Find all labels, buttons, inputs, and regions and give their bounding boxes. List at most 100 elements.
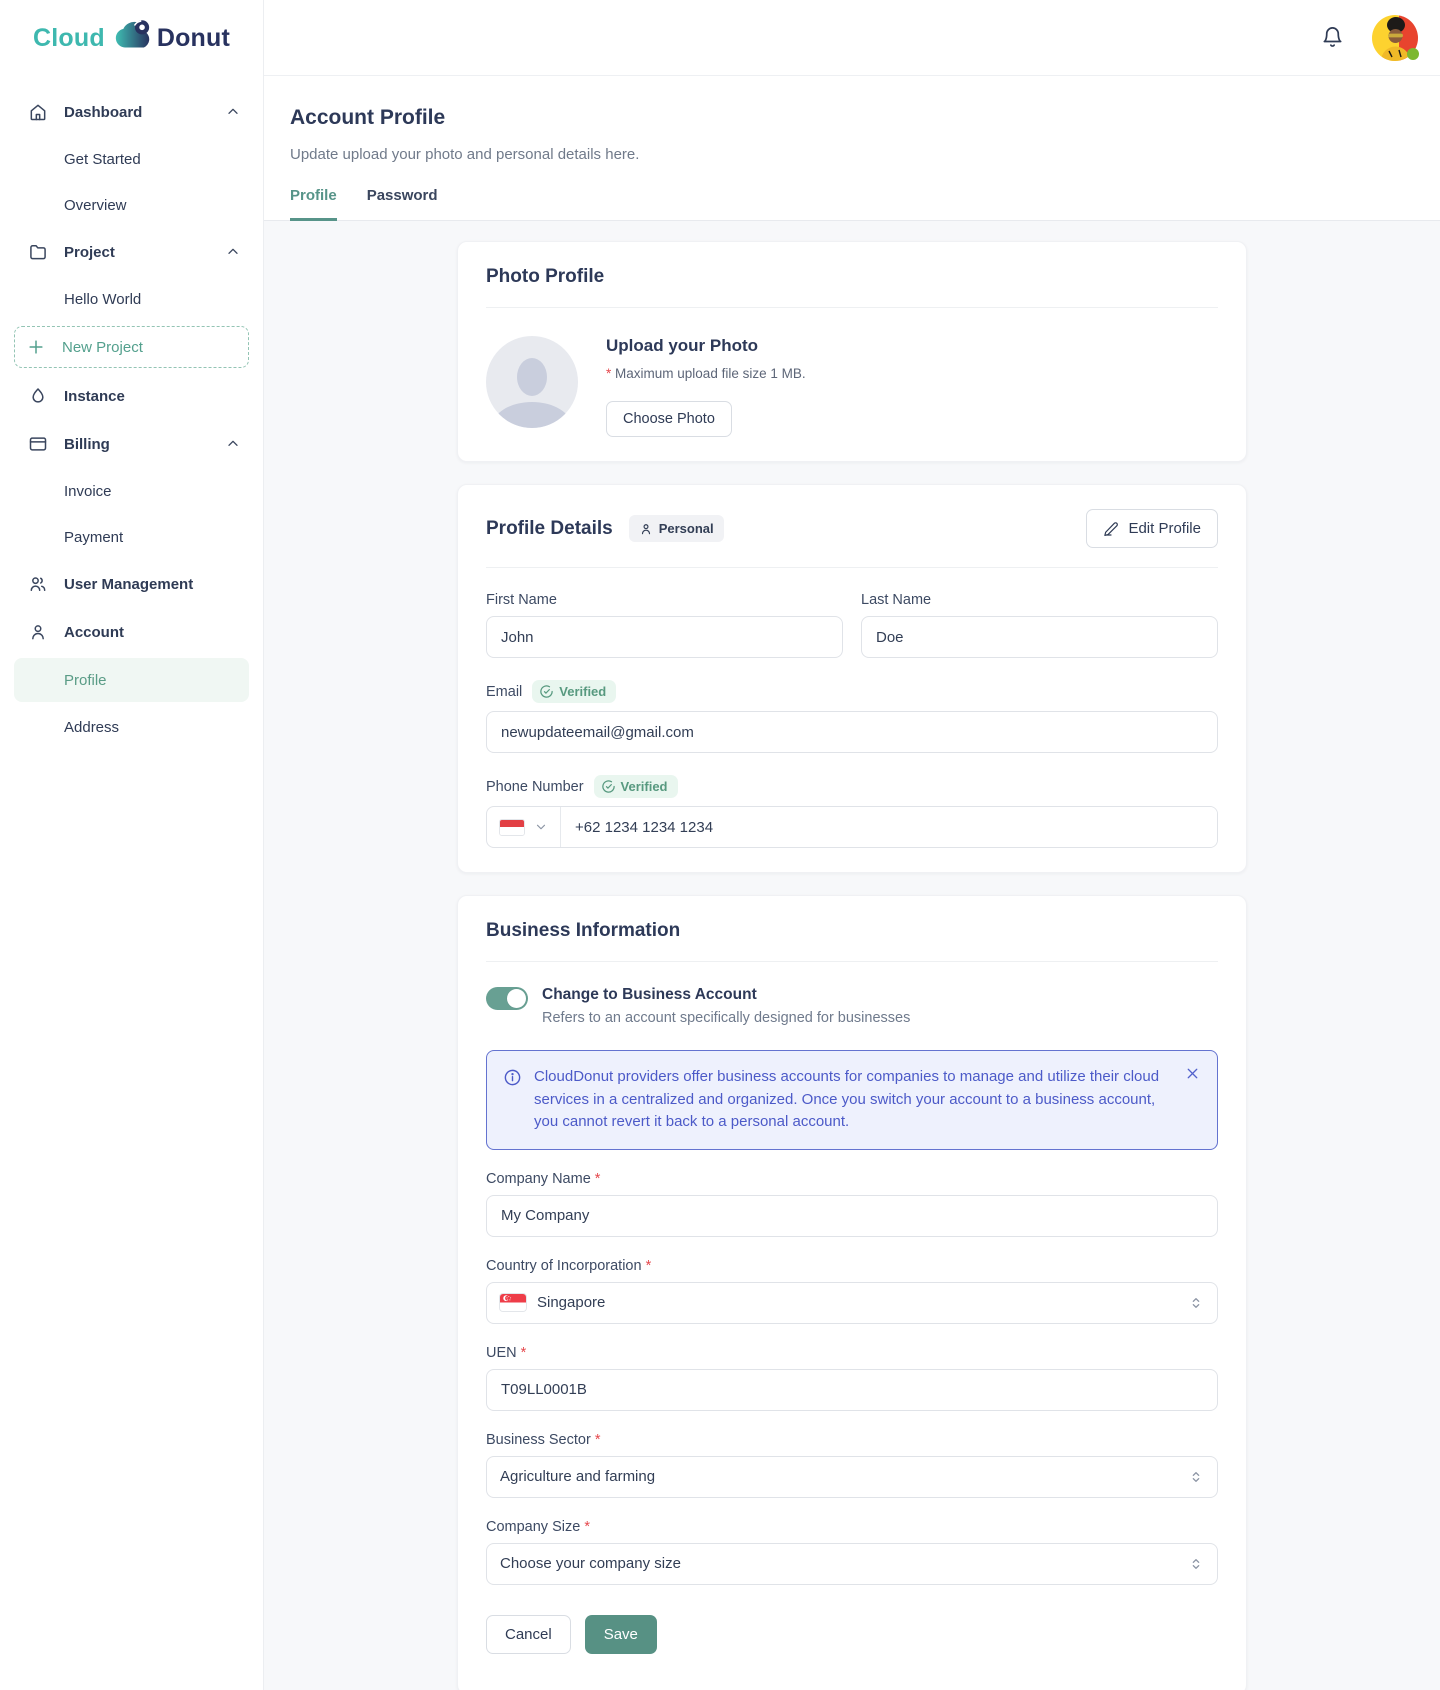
personal-badge: Personal — [628, 515, 724, 542]
toggle-description: Refers to an account specifically design… — [542, 1010, 911, 1026]
country-select[interactable]: Singapore — [486, 1281, 1218, 1324]
app-root: Cloud Donut Dashboard Get Started Overvi… — [0, 0, 1440, 1690]
sidebar-item-label: User Management — [64, 575, 194, 593]
country-select-value: Singapore — [537, 1294, 606, 1311]
company-size-placeholder: Choose your company size — [500, 1555, 681, 1572]
divider — [486, 961, 1218, 962]
uen-label: UEN * — [486, 1344, 527, 1361]
check-circle-icon — [540, 685, 554, 698]
company-size-select[interactable]: Choose your company size — [486, 1542, 1218, 1585]
toggle-label: Change to Business Account — [542, 986, 757, 1003]
tab-password[interactable]: Password — [367, 187, 438, 221]
sidebar-item-project[interactable]: Project — [0, 228, 263, 276]
chevron-up-down-icon — [1188, 1469, 1204, 1485]
new-project-button[interactable]: New Project — [14, 326, 249, 368]
sidebar-item-hello-world[interactable]: Hello World — [0, 276, 263, 322]
users-icon — [28, 574, 48, 594]
sidebar-item-billing[interactable]: Billing — [0, 420, 263, 468]
sidebar-item-invoice[interactable]: Invoice — [0, 468, 263, 514]
sidebar-item-label: Get Started — [64, 150, 141, 168]
sidebar-item-user-management[interactable]: User Management — [0, 560, 263, 608]
first-name-label: First Name — [486, 592, 557, 608]
photo-card-title: Photo Profile — [486, 266, 605, 287]
divider — [486, 307, 1218, 308]
business-sector-select[interactable]: Agriculture and farming — [486, 1455, 1218, 1498]
sidebar-item-account[interactable]: Account — [0, 608, 263, 656]
brand-logo: Cloud Donut — [0, 0, 263, 76]
photo-placeholder — [486, 336, 578, 428]
upload-photo-title: Upload your Photo — [606, 336, 759, 355]
first-name-field[interactable] — [486, 616, 843, 658]
page-title: Account Profile — [290, 106, 446, 129]
sidebar-item-instance[interactable]: Instance — [0, 372, 263, 420]
chevron-up-icon[interactable] — [225, 244, 241, 260]
last-name-label: Last Name — [861, 592, 932, 608]
notification-bell-icon[interactable] — [1321, 26, 1344, 49]
phone-verified-badge: Verified — [593, 775, 678, 798]
cloud-donut-icon — [115, 20, 150, 48]
page-header: Account Profile Update upload your photo… — [264, 76, 1440, 221]
required-mark: * — [606, 366, 612, 381]
singapore-flag-icon — [500, 1294, 526, 1311]
business-info-alert: CloudDonut providers offer business acco… — [486, 1050, 1218, 1150]
company-name-field[interactable] — [486, 1194, 1218, 1237]
upload-photo-note: * Maximum upload file size 1 MB. — [606, 366, 806, 381]
sidebar-item-profile-active[interactable]: Profile — [14, 658, 249, 702]
divider — [486, 567, 1218, 568]
sidebar-item-payment[interactable]: Payment — [0, 514, 263, 560]
edit-profile-button[interactable]: Edit Profile — [1086, 509, 1218, 548]
sidebar-item-address[interactable]: Address — [0, 704, 263, 750]
phone-country-select[interactable] — [487, 807, 561, 847]
sidebar-item-get-started[interactable]: Get Started — [0, 136, 263, 182]
sidebar-item-label: Overview — [64, 196, 127, 214]
country-of-incorporation-label: Country of Incorporation * — [486, 1257, 652, 1274]
placeholder-person-icon — [517, 358, 547, 396]
company-name-label: Company Name * — [486, 1170, 601, 1187]
sidebar-item-dashboard[interactable]: Dashboard — [0, 88, 263, 136]
business-sector-value: Agriculture and farming — [500, 1468, 656, 1485]
business-information-card: Business Information Change to Business … — [457, 895, 1247, 1690]
chevron-down-icon — [534, 820, 548, 834]
content-area: Photo Profile Upload your Photo * Maximu… — [264, 221, 1440, 1690]
plus-icon — [26, 337, 46, 357]
sidebar-item-label: Instance — [64, 387, 125, 405]
brand-name-cloud: Cloud — [32, 23, 105, 52]
choose-photo-button[interactable]: Choose Photo — [606, 401, 732, 437]
email-label: Email — [486, 683, 523, 700]
chevron-up-down-icon — [1188, 1295, 1204, 1311]
brand-name-donut: Donut — [156, 23, 231, 52]
chevron-up-icon[interactable] — [225, 436, 241, 452]
uen-field[interactable] — [486, 1368, 1218, 1411]
phone-number-field[interactable] — [561, 807, 1217, 847]
new-project-label: New Project — [62, 338, 143, 356]
info-icon — [503, 1068, 522, 1134]
topbar — [264, 0, 1440, 76]
email-field[interactable] — [486, 711, 1218, 753]
cancel-button[interactable]: Cancel — [486, 1614, 571, 1654]
close-icon[interactable] — [1184, 1065, 1201, 1082]
user-avatar[interactable] — [1372, 14, 1419, 61]
chevron-up-icon[interactable] — [225, 104, 241, 120]
tabs: Profile Password — [290, 187, 1414, 221]
sidebar-item-label: Address — [64, 718, 120, 736]
profile-details-card: Profile Details Personal Edit Profile Fi… — [457, 484, 1247, 873]
sidebar-item-label: Account — [64, 623, 124, 641]
business-account-toggle[interactable] — [486, 987, 528, 1010]
droplet-icon — [28, 386, 48, 406]
sidebar-item-overview[interactable]: Overview — [0, 182, 263, 228]
credit-card-icon — [28, 434, 48, 454]
business-card-title: Business Information — [486, 920, 681, 941]
tab-profile[interactable]: Profile — [290, 187, 337, 221]
sidebar: Cloud Donut Dashboard Get Started Overvi… — [0, 0, 264, 1690]
business-sector-label: Business Sector * — [486, 1431, 601, 1448]
last-name-field[interactable] — [861, 616, 1218, 658]
company-size-label: Company Size * — [486, 1518, 590, 1535]
email-verified-badge: Verified — [532, 680, 617, 703]
page-subtitle: Update upload your photo and personal de… — [290, 146, 640, 163]
sidebar-item-label: Dashboard — [64, 103, 143, 121]
save-button[interactable]: Save — [584, 1614, 657, 1654]
user-icon — [28, 622, 48, 642]
sidebar-item-label: Payment — [64, 528, 124, 546]
sidebar-item-label: Hello World — [64, 290, 142, 308]
pen-icon — [1104, 521, 1119, 536]
